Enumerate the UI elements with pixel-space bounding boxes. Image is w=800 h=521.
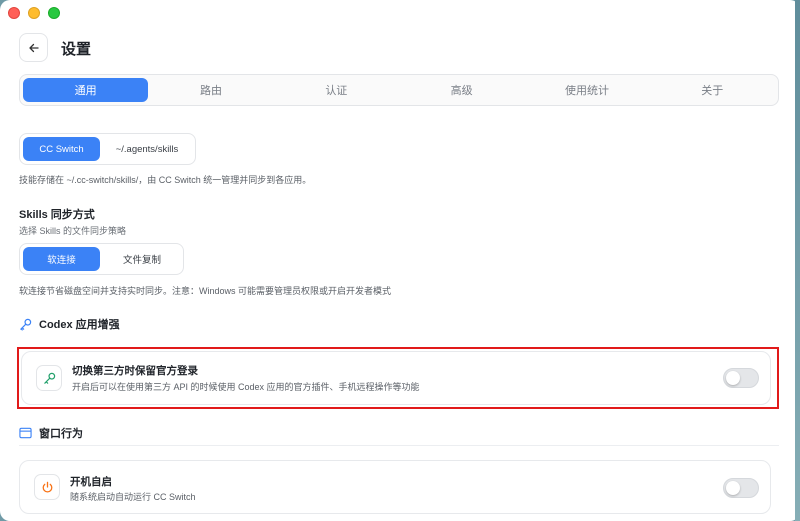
launch-at-login-title: 开机自启 xyxy=(70,476,112,488)
skills-sync-title: Skills 同步方式 xyxy=(19,209,95,221)
settings-window: 设置 通用 路由 认证 高级 使用统计 关于 CC Switch ~/.agen… xyxy=(0,0,800,521)
settings-tabs: 通用 路由 认证 高级 使用统计 关于 xyxy=(19,74,779,106)
power-icon xyxy=(42,481,52,492)
close-window-button[interactable] xyxy=(8,7,20,19)
skills-location-hint: 技能存储在 ~/.cc-switch/skills/，由 CC Switch 统… xyxy=(19,175,312,185)
window-section-label: 窗口行为 xyxy=(39,428,83,440)
tab-advanced[interactable]: 高级 xyxy=(399,78,524,102)
back-button[interactable] xyxy=(19,33,48,62)
tab-usage-stats[interactable]: 使用统计 xyxy=(524,78,649,102)
sync-symlink-option[interactable]: 软连接 xyxy=(23,247,100,271)
zoom-window-button[interactable] xyxy=(48,7,60,19)
window-icon xyxy=(19,427,32,439)
tab-routing[interactable]: 路由 xyxy=(148,78,273,102)
sync-copy-option[interactable]: 文件复制 xyxy=(104,247,180,271)
codex-section-heading: Codex 应用增强 xyxy=(19,316,120,332)
tab-general[interactable]: 通用 xyxy=(23,78,149,102)
tab-auth[interactable]: 认证 xyxy=(274,78,399,102)
page-title: 设置 xyxy=(61,41,92,58)
tab-about[interactable]: 关于 xyxy=(650,78,775,102)
launch-at-login-card: 开机自启 随系统启动自动运行 CC Switch xyxy=(19,460,771,514)
skills-location-agents[interactable]: ~/.agents/skills xyxy=(104,137,190,161)
launch-at-login-description: 随系统启动自动运行 CC Switch xyxy=(70,492,196,502)
window-controls xyxy=(8,7,60,19)
codex-section-label: Codex 应用增强 xyxy=(39,319,120,331)
skills-location-selector: CC Switch ~/.agents/skills xyxy=(19,133,196,165)
key-icon xyxy=(20,318,32,331)
skills-location-cc-switch[interactable]: CC Switch xyxy=(23,137,100,161)
skills-sync-hint: 软连接节省磁盘空间并支持实时同步。注意：Windows 可能需要管理员权限或开启… xyxy=(19,286,392,296)
launch-at-login-icon-box xyxy=(34,474,60,500)
minimize-window-button[interactable] xyxy=(28,7,40,19)
arrow-left-icon xyxy=(28,43,39,52)
highlight-box xyxy=(17,347,779,409)
skills-sync-subtitle: 选择 Skills 的文件同步策略 xyxy=(19,226,127,236)
toggle-knob xyxy=(726,481,740,495)
desktop-background xyxy=(795,0,800,521)
skills-sync-selector: 软连接 文件复制 xyxy=(19,243,184,275)
section-divider xyxy=(19,445,779,446)
launch-at-login-toggle[interactable] xyxy=(723,478,759,498)
window-section-heading: 窗口行为 xyxy=(19,425,83,441)
